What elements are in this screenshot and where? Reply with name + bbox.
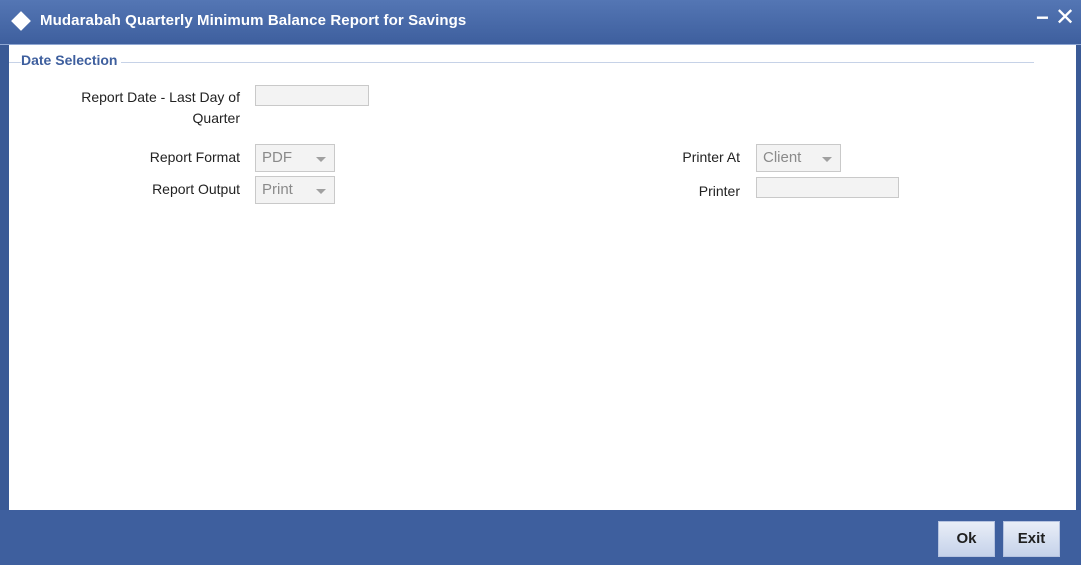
printer-at-label: Printer At — [682, 149, 740, 165]
footer-bar: Ok Exit — [0, 510, 1081, 565]
report-date-label-line1: Report Date - Last Day of — [81, 89, 240, 105]
chevron-down-icon — [316, 157, 326, 162]
report-date-input[interactable] — [255, 85, 369, 106]
report-format-value: PDF — [262, 149, 292, 166]
report-date-label-line2: Quarter — [192, 110, 240, 126]
report-output-label: Report Output — [152, 181, 240, 197]
chevron-down-icon — [822, 157, 832, 162]
printer-label: Printer — [698, 183, 740, 199]
section-divider — [9, 62, 1034, 63]
ok-button[interactable]: Ok — [938, 521, 995, 557]
report-format-select[interactable]: PDF — [255, 144, 335, 172]
section-legend-date-selection: Date Selection — [21, 52, 122, 68]
printer-input[interactable] — [756, 177, 899, 198]
report-window: Mudarabah Quarterly Minimum Balance Repo… — [0, 0, 1081, 565]
report-format-label: Report Format — [149, 149, 240, 165]
report-output-value: Print — [262, 181, 293, 198]
exit-button[interactable]: Exit — [1003, 521, 1060, 557]
window-title: Mudarabah Quarterly Minimum Balance Repo… — [40, 12, 467, 29]
diamond-icon — [11, 11, 31, 31]
minimize-button[interactable]: − — [1036, 7, 1049, 29]
chevron-down-icon — [316, 189, 326, 194]
report-output-select[interactable]: Print — [255, 176, 335, 204]
title-bar[interactable]: Mudarabah Quarterly Minimum Balance Repo… — [0, 0, 1081, 45]
close-button[interactable]: ✕ — [1055, 6, 1075, 30]
printer-at-value: Client — [763, 149, 802, 166]
printer-at-select[interactable]: Client — [756, 144, 841, 172]
